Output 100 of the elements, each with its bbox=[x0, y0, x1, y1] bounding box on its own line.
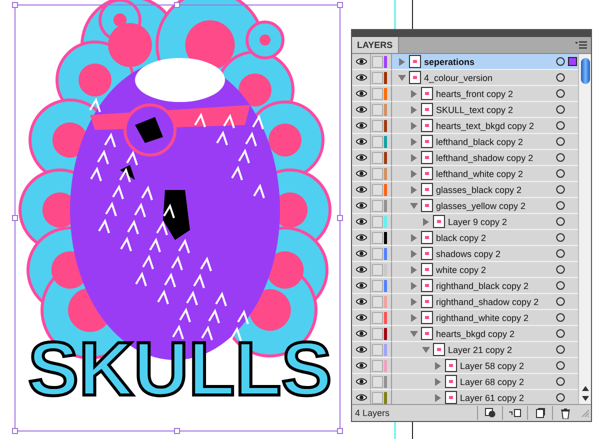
lock-toggle[interactable] bbox=[372, 312, 383, 324]
scroll-down-icon[interactable] bbox=[582, 396, 588, 401]
layer-row[interactable]: black copy 2 bbox=[352, 230, 578, 246]
lock-toggle[interactable] bbox=[372, 360, 383, 372]
eye-icon[interactable] bbox=[356, 58, 366, 65]
eye-icon[interactable] bbox=[356, 378, 366, 385]
layer-row[interactable]: seperations bbox=[352, 54, 578, 70]
lock-toggle[interactable] bbox=[372, 344, 383, 356]
target-circle-icon[interactable] bbox=[556, 57, 565, 66]
target-circle-icon[interactable] bbox=[556, 217, 565, 226]
eye-icon[interactable] bbox=[356, 346, 366, 353]
eye-icon[interactable] bbox=[356, 314, 366, 321]
layer-row[interactable]: hearts_bkgd copy 2 bbox=[352, 326, 578, 342]
eye-icon[interactable] bbox=[356, 154, 366, 161]
eye-icon[interactable] bbox=[356, 250, 366, 257]
target-circle-icon[interactable] bbox=[556, 313, 565, 322]
eye-icon[interactable] bbox=[356, 106, 366, 113]
lock-toggle[interactable] bbox=[372, 152, 383, 164]
disclosure-triangle-icon[interactable] bbox=[410, 186, 418, 194]
target-circle-icon[interactable] bbox=[556, 345, 565, 354]
target-circle-icon[interactable] bbox=[556, 185, 565, 194]
layer-row[interactable]: Layer 9 copy 2 bbox=[352, 214, 578, 230]
eye-icon[interactable] bbox=[356, 330, 366, 337]
eye-icon[interactable] bbox=[356, 282, 366, 289]
eye-icon[interactable] bbox=[356, 234, 366, 241]
target-circle-icon[interactable] bbox=[556, 393, 565, 402]
target-circle-icon[interactable] bbox=[556, 89, 565, 98]
lock-toggle[interactable] bbox=[372, 232, 383, 244]
target-circle-icon[interactable] bbox=[556, 249, 565, 258]
target-circle-icon[interactable] bbox=[556, 361, 565, 370]
disclosure-triangle-icon[interactable] bbox=[422, 218, 430, 226]
target-circle-icon[interactable] bbox=[556, 201, 565, 210]
lock-toggle[interactable] bbox=[372, 184, 383, 196]
eye-icon[interactable] bbox=[356, 138, 366, 145]
eye-icon[interactable] bbox=[356, 362, 366, 369]
disclosure-triangle-icon[interactable] bbox=[410, 170, 418, 178]
target-circle-icon[interactable] bbox=[556, 297, 565, 306]
lock-toggle[interactable] bbox=[372, 120, 383, 132]
lock-toggle[interactable] bbox=[372, 72, 383, 84]
eye-icon[interactable] bbox=[356, 170, 366, 177]
disclosure-triangle-icon[interactable] bbox=[410, 106, 418, 114]
disclosure-triangle-icon[interactable] bbox=[410, 202, 418, 210]
target-circle-icon[interactable] bbox=[556, 329, 565, 338]
layer-row[interactable]: SKULL_text copy 2 bbox=[352, 102, 578, 118]
disclosure-triangle-icon[interactable] bbox=[398, 58, 406, 66]
eye-icon[interactable] bbox=[356, 202, 366, 209]
layer-row[interactable]: hearts_front copy 2 bbox=[352, 86, 578, 102]
disclosure-triangle-icon[interactable] bbox=[398, 74, 406, 82]
target-circle-icon[interactable] bbox=[556, 105, 565, 114]
target-circle-icon[interactable] bbox=[556, 377, 565, 386]
disclosure-triangle-icon[interactable] bbox=[434, 378, 442, 386]
scrollbar[interactable] bbox=[578, 54, 591, 404]
layer-row[interactable]: lefthand_black copy 2 bbox=[352, 134, 578, 150]
layer-row[interactable]: Layer 68 copy 2 bbox=[352, 374, 578, 390]
eye-icon[interactable] bbox=[356, 218, 366, 225]
panel-menu-icon[interactable] bbox=[575, 41, 587, 49]
lock-toggle[interactable] bbox=[372, 216, 383, 228]
lock-toggle[interactable] bbox=[372, 392, 383, 404]
lock-toggle[interactable] bbox=[372, 280, 383, 292]
eye-icon[interactable] bbox=[356, 90, 366, 97]
disclosure-triangle-icon[interactable] bbox=[410, 298, 418, 306]
layer-row[interactable]: righthand_black copy 2 bbox=[352, 278, 578, 294]
disclosure-triangle-icon[interactable] bbox=[422, 346, 430, 354]
layers-tab[interactable]: LAYERS bbox=[352, 37, 399, 53]
layer-row[interactable]: glasses_yellow copy 2 bbox=[352, 198, 578, 214]
layer-row[interactable]: righthand_white copy 2 bbox=[352, 310, 578, 326]
layer-row[interactable]: white copy 2 bbox=[352, 262, 578, 278]
disclosure-triangle-icon[interactable] bbox=[410, 90, 418, 98]
scroll-thumb[interactable] bbox=[580, 58, 590, 84]
lock-toggle[interactable] bbox=[372, 376, 383, 388]
eye-icon[interactable] bbox=[356, 394, 366, 401]
lock-toggle[interactable] bbox=[372, 136, 383, 148]
disclosure-triangle-icon[interactable] bbox=[410, 234, 418, 242]
disclosure-triangle-icon[interactable] bbox=[434, 394, 442, 402]
target-circle-icon[interactable] bbox=[556, 281, 565, 290]
eye-icon[interactable] bbox=[356, 74, 366, 81]
target-circle-icon[interactable] bbox=[556, 121, 565, 130]
scroll-up-icon[interactable] bbox=[582, 386, 588, 391]
bounding-box[interactable] bbox=[12, 2, 343, 434]
lock-toggle[interactable] bbox=[372, 168, 383, 180]
eye-icon[interactable] bbox=[356, 266, 366, 273]
layer-row[interactable]: 4_colour_version bbox=[352, 70, 578, 86]
layer-row[interactable]: glasses_black copy 2 bbox=[352, 182, 578, 198]
target-circle-icon[interactable] bbox=[556, 73, 565, 82]
disclosure-triangle-icon[interactable] bbox=[410, 122, 418, 130]
layer-row[interactable]: lefthand_shadow copy 2 bbox=[352, 150, 578, 166]
disclosure-triangle-icon[interactable] bbox=[410, 138, 418, 146]
eye-icon[interactable] bbox=[356, 186, 366, 193]
layer-row[interactable]: lefthand_white copy 2 bbox=[352, 166, 578, 182]
lock-toggle[interactable] bbox=[372, 88, 383, 100]
target-circle-icon[interactable] bbox=[556, 169, 565, 178]
disclosure-triangle-icon[interactable] bbox=[410, 266, 418, 274]
lock-toggle[interactable] bbox=[372, 264, 383, 276]
disclosure-triangle-icon[interactable] bbox=[410, 314, 418, 322]
disclosure-triangle-icon[interactable] bbox=[410, 330, 418, 338]
layer-row[interactable]: righthand_shadow copy 2 bbox=[352, 294, 578, 310]
disclosure-triangle-icon[interactable] bbox=[410, 282, 418, 290]
layer-row[interactable]: shadows copy 2 bbox=[352, 246, 578, 262]
resize-grip-icon[interactable] bbox=[581, 409, 589, 417]
lock-toggle[interactable] bbox=[372, 328, 383, 340]
